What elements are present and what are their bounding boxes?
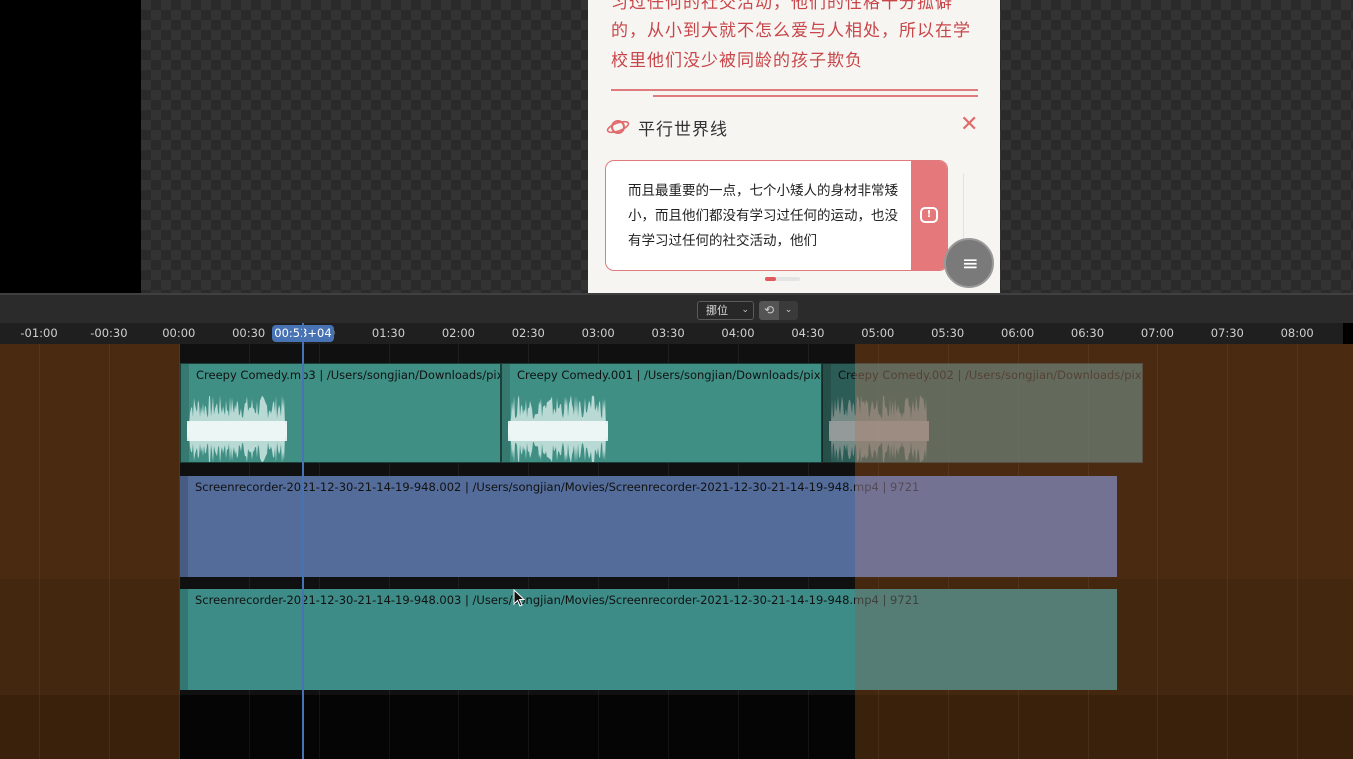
ruler-tick-label: 06:30 xyxy=(1070,326,1105,340)
ruler-tick-label: -01:00 xyxy=(20,326,58,340)
feedback-icon: ! xyxy=(920,207,938,223)
preview-text-line: 的，从小到大就不怎么爱与人相处，所以在学 xyxy=(611,21,971,41)
ruler-tick-label: 07:30 xyxy=(1210,326,1244,340)
ruler-tick-label: 04:30 xyxy=(791,326,825,340)
preview-frame: 习过任何的社交活动，他们的性格十分孤僻 的，从小到大就不怎么爱与人相处，所以在学… xyxy=(588,0,1000,293)
card-side-tab: ! xyxy=(911,161,947,270)
out-of-range-overlay xyxy=(855,363,1143,463)
strip-handle-left[interactable] xyxy=(180,476,188,577)
preview-text-line: 习过任何的社交活动，他们的性格十分孤僻 xyxy=(611,0,953,13)
grid-line xyxy=(109,344,110,759)
mouse-cursor-icon xyxy=(513,589,525,607)
ruler-tick-label: 06:00 xyxy=(1001,326,1035,340)
ruler-tick-label: 01:30 xyxy=(371,326,406,340)
menu-fab: ≡ xyxy=(944,238,994,288)
ruler-tick-label: 03:30 xyxy=(651,326,685,340)
out-of-range-overlay xyxy=(855,589,1117,690)
preview-text-line: 校里他们没少被同龄的孩子欺负 xyxy=(611,51,863,71)
ruler-tick-label: 00:30 xyxy=(232,326,266,340)
waveform xyxy=(187,395,287,462)
section-title: 平行世界线 xyxy=(638,120,728,140)
ruler-tick-label: 03:00 xyxy=(581,326,615,340)
audio-strip[interactable]: Creepy Comedy.mp3 | /Users/songjian/Down… xyxy=(180,363,501,463)
strip-label: Creepy Comedy.mp3 | /Users/songjian/Down… xyxy=(196,368,501,382)
waveform-core xyxy=(508,421,608,441)
grid-line xyxy=(1297,344,1298,759)
grid-line xyxy=(39,344,40,759)
snap-toggle-button[interactable]: ⟲ xyxy=(759,301,779,320)
audio-strip[interactable]: Creepy Comedy.001 | /Users/songjian/Down… xyxy=(501,363,822,463)
timeline-header: 挪位 ⌄ ⟲ ⌄ xyxy=(0,293,1353,323)
ruler-tick-label: 07:00 xyxy=(1140,326,1174,340)
card-text: 而且最重要的一点，七个小矮人的身材非常矮小，而且他们都没有学习过任何的运动，也没… xyxy=(628,183,898,249)
chevron-down-icon: ⌄ xyxy=(784,305,793,315)
preview-area: 习过任何的社交活动，他们的性格十分孤僻 的，从小到大就不怎么爱与人相处，所以在学… xyxy=(0,0,1353,293)
strip-label: Creepy Comedy.001 | /Users/songjian/Down… xyxy=(517,368,821,382)
ruler-tick-label: 05:30 xyxy=(931,326,965,340)
content-card: 而且最重要的一点，七个小矮人的身材非常矮小，而且他们都没有学习过任何的运动，也没… xyxy=(605,160,948,271)
page-indicator xyxy=(765,277,800,281)
ruler-tick-label: 00:00 xyxy=(162,326,196,340)
snap-options-button[interactable]: ⌄ xyxy=(779,301,798,320)
grid-line xyxy=(1157,344,1158,759)
divider xyxy=(611,89,978,91)
planet-icon xyxy=(606,120,630,134)
waveform-core xyxy=(187,421,287,441)
ruler-tick-label: 08:00 xyxy=(1280,326,1314,340)
snap-mode-label: 挪位 xyxy=(706,304,728,317)
close-icon: ✕ xyxy=(960,112,979,137)
divider xyxy=(653,95,978,97)
ruler-tick-label: -00:30 xyxy=(90,326,128,340)
ruler-tick-label: 04:00 xyxy=(721,326,755,340)
strip-handle-left[interactable] xyxy=(180,589,188,690)
menu-icon: ≡ xyxy=(962,251,979,275)
time-ruler[interactable]: -01:00-00:3000:0000:3001:0001:3002:0002:… xyxy=(0,323,1353,344)
ruler-tick-label: 05:00 xyxy=(861,326,895,340)
ruler-end xyxy=(1343,323,1353,344)
timeline-area[interactable]: Creepy Comedy.mp3 | /Users/songjian/Down… xyxy=(0,344,1353,759)
chevron-down-icon: ⌄ xyxy=(741,305,749,315)
playhead-line[interactable] xyxy=(302,323,304,759)
preview-margin xyxy=(0,0,141,293)
snap-mode-dropdown[interactable]: 挪位 ⌄ xyxy=(697,301,754,320)
grid-line xyxy=(1227,344,1228,759)
snap-icon: ⟲ xyxy=(763,303,775,317)
scene-range xyxy=(180,695,855,759)
waveform xyxy=(508,395,608,462)
page-indicator-active xyxy=(765,277,776,281)
ruler-tick-label: 02:30 xyxy=(511,326,545,340)
ruler-tick-label: 02:00 xyxy=(441,326,475,340)
section-header: 平行世界线 ✕ xyxy=(606,112,986,140)
sequencer-window: 习过任何的社交活动，他们的性格十分孤僻 的，从小到大就不怎么爱与人相处，所以在学… xyxy=(0,0,1353,759)
out-of-range-overlay xyxy=(855,476,1117,577)
